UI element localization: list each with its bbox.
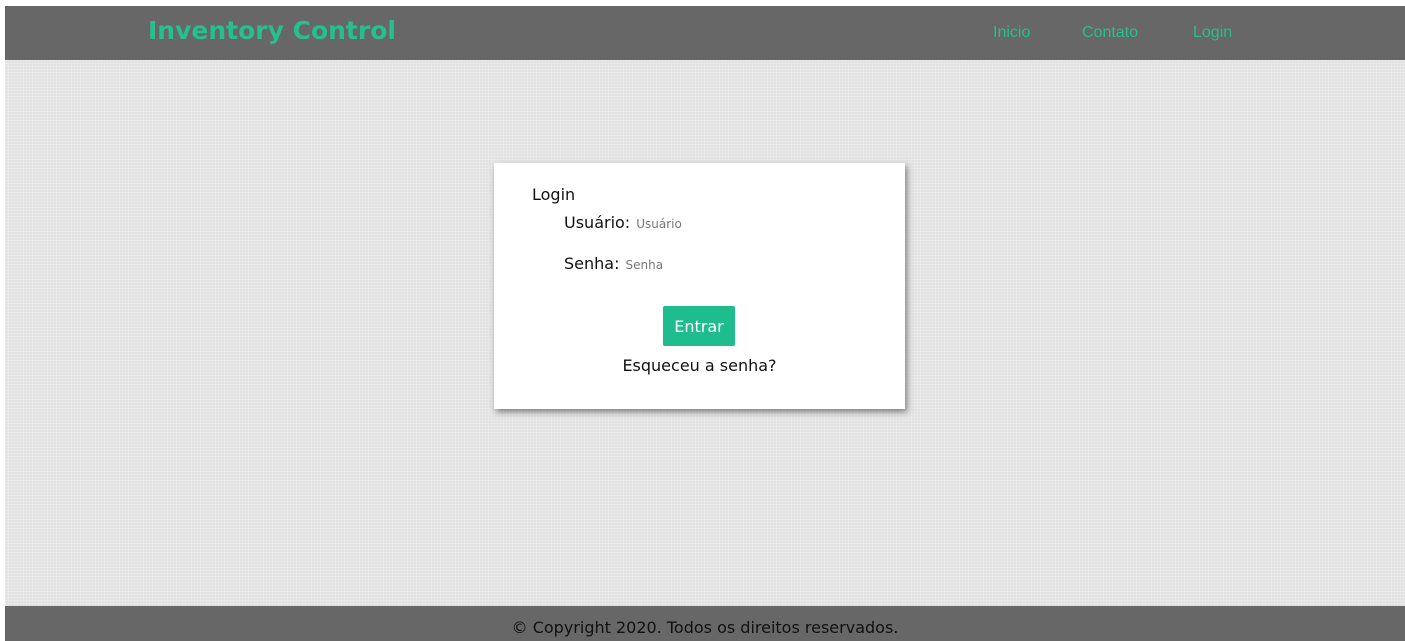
password-input[interactable] <box>625 258 806 272</box>
brand-logo[interactable]: Inventory Control <box>148 16 396 45</box>
nav-link-inicio[interactable]: Inicio <box>993 24 1030 42</box>
username-label: Usuário: <box>564 213 631 232</box>
login-title: Login <box>532 185 576 204</box>
password-row: Senha: <box>564 254 806 273</box>
footer-bar: © Copyright 2020. Todos os direitos rese… <box>5 606 1405 641</box>
username-input[interactable] <box>636 217 817 231</box>
submit-button[interactable]: Entrar <box>663 306 735 346</box>
page-background: Inventory Control Inicio Contato Login L… <box>5 6 1405 641</box>
copyright-text: © Copyright 2020. Todos os direitos rese… <box>511 618 899 637</box>
login-card: Login Usuário: Senha: Entrar Esqueceu a … <box>494 163 905 409</box>
password-label: Senha: <box>564 254 620 273</box>
forgot-password-link[interactable]: Esqueceu a senha? <box>494 356 905 375</box>
top-navigation-bar: Inventory Control Inicio Contato Login <box>5 6 1405 60</box>
username-row: Usuário: <box>564 213 817 232</box>
nav-link-login[interactable]: Login <box>1193 24 1232 42</box>
nav-link-contato[interactable]: Contato <box>1082 24 1138 42</box>
